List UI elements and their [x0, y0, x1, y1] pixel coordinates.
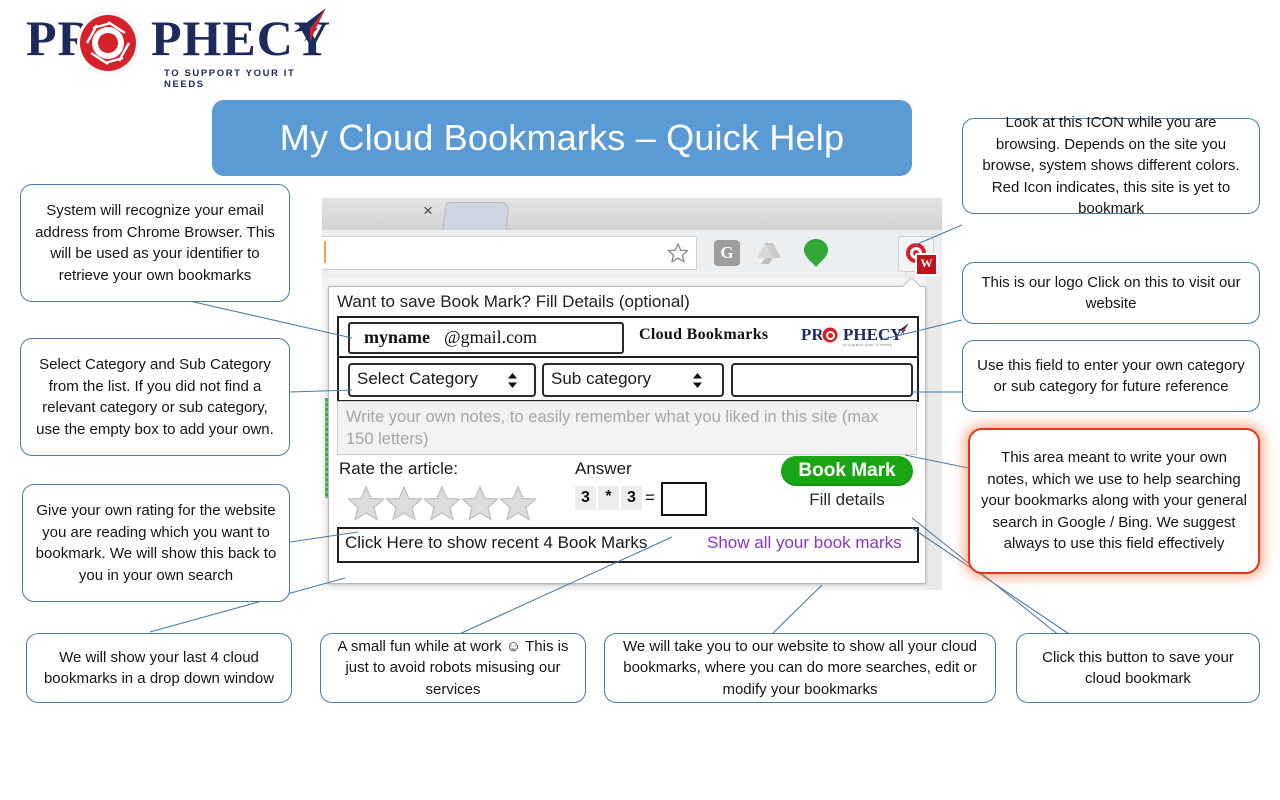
captcha-answer-input[interactable]: [661, 482, 707, 516]
pin-extension-icon[interactable]: [804, 239, 828, 267]
book-mark-button[interactable]: Book Mark: [781, 456, 913, 486]
category-select-label: Select Category: [357, 369, 478, 388]
chevron-updown-icon: [693, 373, 702, 388]
email-domain: @gmail.com: [444, 327, 538, 347]
recent-bookmarks-link[interactable]: Click Here to show recent 4 Book Marks: [345, 533, 647, 553]
aperture-blades-icon: [85, 20, 131, 66]
rate-label: Rate the article:: [339, 459, 459, 478]
rating-stars[interactable]: [347, 485, 553, 521]
rating-star-4[interactable]: [461, 485, 499, 521]
rating-star-2[interactable]: [385, 485, 423, 521]
callout-category-select: Select Category and Sub Category from th…: [20, 338, 290, 456]
w-badge-icon: W: [915, 253, 938, 276]
callout-captcha: A small fun while at work ☺ This is just…: [320, 633, 586, 703]
mini-swoosh-icon: [898, 323, 909, 335]
g-extension-icon[interactable]: G: [714, 240, 740, 266]
notes-textarea[interactable]: Write your own notes, to easily remember…: [337, 401, 917, 455]
prophecy-logo[interactable]: PR PHECY TO SUPPORT YOUR IT NEEDS: [18, 8, 330, 90]
show-all-bookmarks-link[interactable]: Show all your book marks: [707, 533, 902, 553]
drive-extension-icon[interactable]: [756, 241, 782, 265]
callout-show-all: We will take you to our website to show …: [604, 633, 996, 703]
page-title: My Cloud Bookmarks – Quick Help: [279, 117, 845, 158]
aperture-icon: [77, 12, 139, 74]
popup-arrow: [903, 278, 921, 287]
text-caret: [324, 241, 326, 263]
new-tab-button[interactable]: [442, 202, 510, 232]
category-select[interactable]: Select Category: [348, 363, 536, 397]
answer-label: Answer: [575, 459, 632, 478]
subcategory-select[interactable]: Sub category: [542, 363, 724, 397]
popup-title: Want to save Book Mark? Fill Details (op…: [337, 292, 690, 311]
callout-recent-bookmarks: We will show your last 4 cloud bookmarks…: [26, 633, 292, 703]
logo-tagline: TO SUPPORT YOUR IT NEEDS: [164, 68, 296, 90]
mini-logo-tagline: to support your it needs: [843, 342, 893, 347]
swoosh-icon: [294, 8, 326, 42]
captcha-number-2: 3: [621, 486, 642, 510]
browser-tabstrip: ×: [322, 198, 942, 232]
callout-logo-link: This is our logo Click on this to visit …: [962, 262, 1260, 324]
rating-star-1[interactable]: [347, 485, 385, 521]
page-right-strip: [926, 278, 942, 590]
mini-aperture-icon: [821, 326, 839, 344]
email-username: myname: [364, 327, 430, 347]
callout-own-field: Use this field to enter your own categor…: [962, 340, 1260, 412]
email-field[interactable]: myname @gmail.com: [348, 322, 624, 354]
callout-icon-colors: Look at this ICON while you are browsing…: [962, 114, 1260, 217]
browser-toolbar: G W: [322, 230, 942, 279]
subcategory-select-label: Sub category: [551, 369, 652, 388]
browser-screenshot: × G W Want to save Book Mark? Fill Detai…: [322, 198, 942, 590]
rating-star-3[interactable]: [423, 485, 461, 521]
fill-details-text: Fill details: [809, 490, 885, 509]
callout-save-button: Click this button to save your cloud boo…: [1016, 633, 1260, 703]
prophecy-extension-button[interactable]: W: [898, 236, 938, 276]
callout-notes-area: This area meant to write your own notes,…: [968, 428, 1260, 574]
popup-bottom-bar: Click Here to show recent 4 Book Marks S…: [337, 527, 919, 563]
bookmark-popup: Want to save Book Mark? Fill Details (op…: [328, 286, 926, 584]
bookmark-star-icon[interactable]: [667, 242, 689, 264]
popup-prophecy-logo[interactable]: PR PHECY to support your it needs: [801, 323, 911, 351]
captcha-number-1: 3: [575, 486, 596, 510]
captcha-equals: =: [645, 488, 655, 507]
tabstrip-background: [322, 198, 942, 230]
address-bar[interactable]: [322, 236, 697, 270]
email-row: myname @gmail.com Cloud Bookmarks PR PHE…: [337, 316, 919, 358]
callout-email-recognize: System will recognize your email address…: [20, 184, 290, 302]
chevron-updown-icon: [508, 373, 517, 388]
callout-rating: Give your own rating for the website you…: [22, 484, 290, 602]
notes-placeholder: Write your own notes, to easily remember…: [346, 408, 879, 448]
category-row: Select Category Sub category: [337, 356, 919, 402]
own-category-input[interactable]: [731, 363, 913, 397]
cloud-bookmarks-label: Cloud Bookmarks: [639, 326, 769, 343]
rating-star-5[interactable]: [499, 485, 537, 521]
close-tab-icon[interactable]: ×: [420, 202, 436, 219]
page-title-banner: My Cloud Bookmarks – Quick Help: [212, 100, 912, 176]
captcha-operator: *: [598, 486, 619, 510]
